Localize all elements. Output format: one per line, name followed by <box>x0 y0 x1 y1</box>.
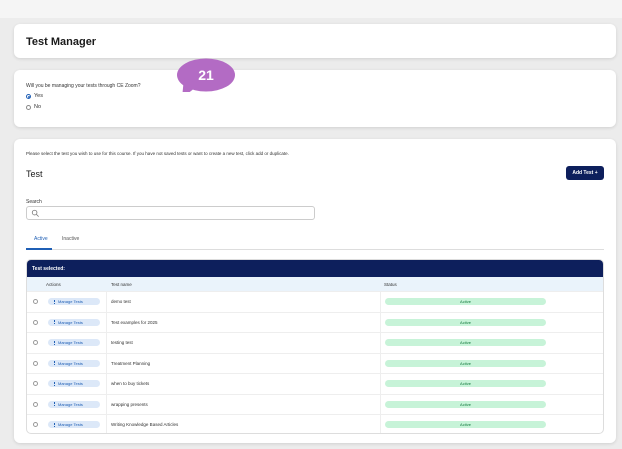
more-icon <box>54 381 55 386</box>
search-label: Search <box>26 199 42 205</box>
more-icon <box>54 340 55 345</box>
tests-table: Test selected: Actions Test name Status … <box>26 259 604 434</box>
status-badge: Active <box>385 298 546 306</box>
table-header: Actions Test name Status <box>27 277 603 291</box>
yes-label: Yes <box>34 93 43 99</box>
intro-text: Please select the test you wish to use f… <box>26 151 289 156</box>
row-radio[interactable] <box>33 319 38 325</box>
table-row[interactable]: Manage Tests Writing Knowledge Based Art… <box>27 414 603 433</box>
manage-tests-label: Manage Tests <box>58 422 83 428</box>
question-card: Will you be managing your tests through … <box>14 70 616 127</box>
page-title: Test Manager <box>26 36 97 48</box>
test-name: demo test <box>111 299 131 305</box>
manage-tests-label: Manage Tests <box>58 381 83 387</box>
test-name: Test examples for 2025 <box>111 319 158 325</box>
no-radio[interactable] <box>26 104 31 110</box>
test-name: Writing Knowledge Based Articles <box>111 422 179 428</box>
no-label: No <box>34 104 42 110</box>
test-name: wrapping presents <box>111 401 148 407</box>
add-test-button[interactable]: Add Test + <box>566 166 604 180</box>
status-badge: Active <box>385 318 546 326</box>
status-badge: Active <box>385 400 546 408</box>
more-icon <box>54 361 55 366</box>
manage-tests-button[interactable]: Manage Tests <box>48 339 100 347</box>
table-row[interactable]: Manage Tests wrapping presents Active <box>27 393 603 415</box>
test-name: Treatment Planning <box>111 360 151 366</box>
table-row[interactable]: Manage Tests Treatment Planning Active <box>27 352 603 374</box>
manage-tests-label: Manage Tests <box>58 319 83 325</box>
status-badge: Active <box>385 421 546 429</box>
header-status: Status <box>384 281 397 287</box>
row-radio[interactable] <box>33 299 38 305</box>
more-icon <box>54 422 55 427</box>
tab-active[interactable]: Active <box>34 236 48 242</box>
test-name: testing test <box>111 340 133 346</box>
manage-tests-label: Manage Tests <box>58 299 83 305</box>
row-radio[interactable] <box>33 340 38 346</box>
annotation-badge-label: 21 <box>198 67 214 83</box>
row-radio[interactable] <box>33 422 38 428</box>
search-input[interactable] <box>26 206 315 220</box>
status-badge: Active <box>385 339 546 347</box>
manage-tests-label: Manage Tests <box>58 401 83 407</box>
manage-tests-label: Manage Tests <box>58 360 83 366</box>
manage-tests-button[interactable]: Manage Tests <box>48 318 100 326</box>
status-tabs: Active Inactive <box>26 231 604 250</box>
selected-bar: Test selected: <box>27 260 603 277</box>
header-name: Test name <box>111 281 132 287</box>
option-no[interactable]: No <box>26 104 41 110</box>
test-selection-card: Please select the test you wish to use f… <box>14 139 616 443</box>
header-actions: Actions <box>46 281 61 287</box>
header-card: Test Manager <box>14 24 616 58</box>
top-strip <box>0 0 622 18</box>
manage-tests-button[interactable]: Manage Tests <box>48 421 100 429</box>
table-row[interactable]: Manage Tests demo test Active <box>27 291 603 312</box>
manage-tests-button[interactable]: Manage Tests <box>48 380 100 388</box>
annotation-badge: 21 <box>177 58 235 92</box>
manage-tests-button[interactable]: Manage Tests <box>48 400 100 408</box>
tab-inactive[interactable]: Inactive <box>62 236 79 242</box>
manage-tests-label: Manage Tests <box>58 340 83 346</box>
status-badge: Active <box>385 380 546 388</box>
active-tab-indicator <box>26 248 52 250</box>
status-badge: Active <box>385 359 546 367</box>
option-yes[interactable]: Yes <box>26 93 43 99</box>
test-name: when to buy tickets <box>111 381 150 387</box>
search-icon <box>31 209 39 217</box>
table-row[interactable]: Manage Tests testing test Active <box>27 332 603 353</box>
more-icon <box>54 299 55 304</box>
row-radio[interactable] <box>33 360 38 366</box>
yes-radio[interactable] <box>26 93 31 99</box>
row-radio[interactable] <box>33 401 38 407</box>
question-text: Will you be managing your tests through … <box>26 83 141 89</box>
row-radio[interactable] <box>33 381 38 387</box>
more-icon <box>54 402 55 407</box>
table-row[interactable]: Manage Tests when to buy tickets Active <box>27 373 603 394</box>
table-row[interactable]: Manage Tests Test examples for 2025 Acti… <box>27 311 603 333</box>
manage-tests-button[interactable]: Manage Tests <box>48 359 100 367</box>
manage-tests-button[interactable]: Manage Tests <box>48 298 100 306</box>
more-icon <box>54 320 55 325</box>
section-title: Test <box>26 169 43 179</box>
